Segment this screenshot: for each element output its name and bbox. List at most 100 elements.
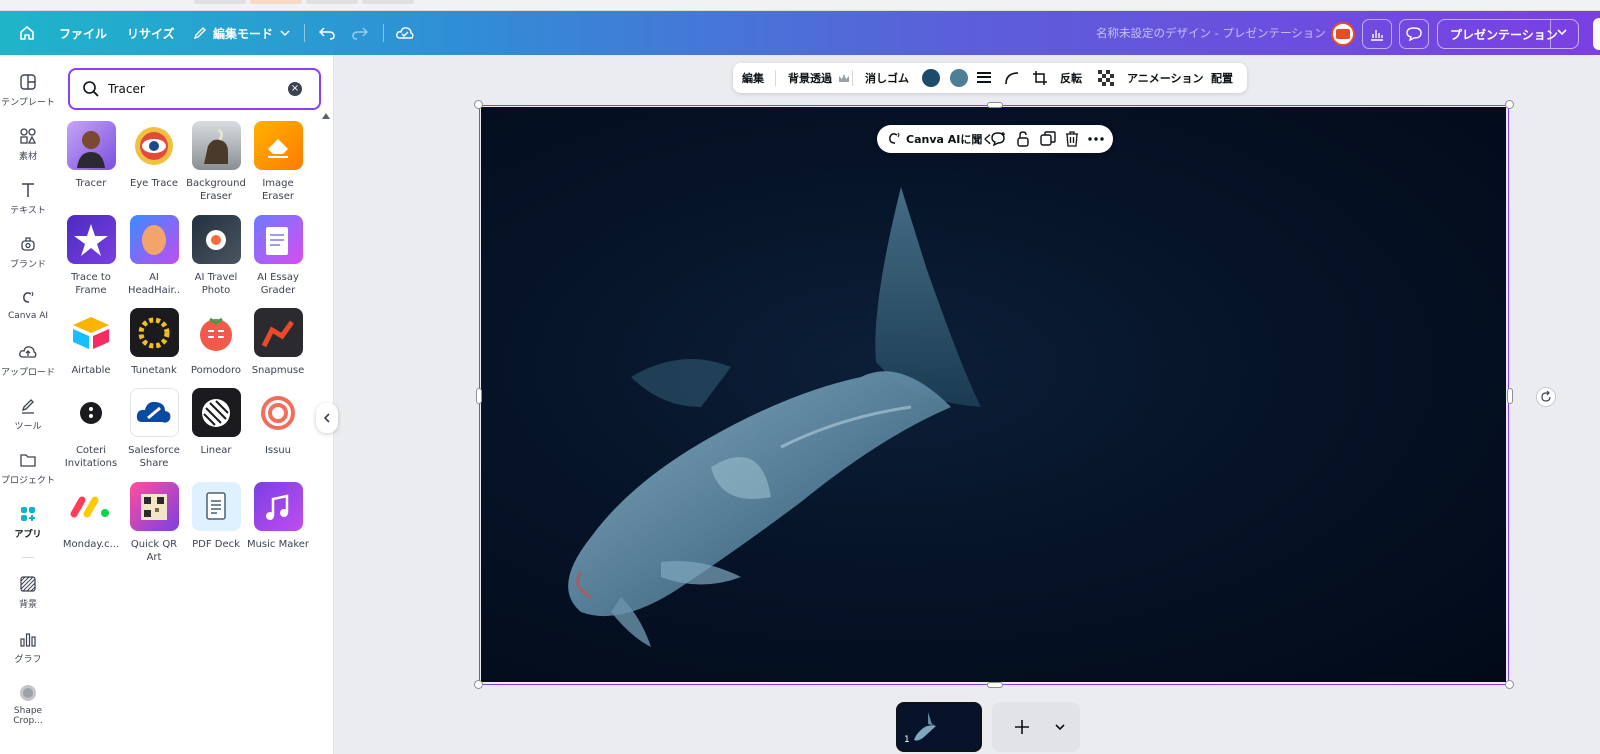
rail-item-tools[interactable]: ツール [0, 397, 56, 432]
background-eraser-icon [191, 121, 241, 170]
app-tile[interactable]: AI Essay Grader [246, 215, 310, 297]
search-input[interactable] [108, 79, 278, 99]
app-tile[interactable]: Background Eraser [184, 121, 248, 203]
add-page-button[interactable] [992, 702, 1080, 752]
rail-item-projects[interactable]: プロジェクト [0, 451, 56, 486]
app-tile[interactable]: PDF Deck [184, 482, 248, 551]
app-tile[interactable]: Image Eraser [246, 121, 310, 203]
duplicate-button[interactable] [1040, 125, 1056, 153]
border-style-button[interactable] [976, 63, 992, 93]
elements-icon [20, 128, 37, 144]
clear-search-button[interactable]: × [288, 82, 302, 96]
scroll-up-arrow[interactable] [322, 113, 330, 119]
resize-handle[interactable] [474, 680, 483, 689]
rail-item-shape-crop[interactable]: Shape Crop... [0, 684, 56, 726]
divider [22, 557, 34, 558]
more-icon [1088, 137, 1104, 141]
app-tile[interactable]: Pomodoro [184, 308, 248, 377]
rail-item-uploads[interactable]: アップロード [0, 343, 56, 378]
color-swatch-2[interactable] [950, 69, 968, 87]
lock-button[interactable] [1016, 125, 1030, 153]
app-tile[interactable]: AI HeadHair.. [122, 215, 186, 297]
home-icon [20, 26, 34, 40]
eraser-button[interactable]: 消しゴム [865, 63, 909, 93]
app-name: Pomodoro [190, 365, 242, 376]
document-title[interactable]: 名称未設定のデザイン - プレゼンテーション [1096, 25, 1326, 41]
present-button[interactable]: プレゼンテーション [1437, 19, 1579, 49]
browser-tab[interactable] [362, 0, 414, 4]
app-tile[interactable]: Trace to Frame [59, 215, 123, 297]
undo-button[interactable] [319, 21, 335, 45]
browser-tab[interactable] [306, 0, 358, 4]
app-tile[interactable]: Tracer [59, 121, 123, 190]
page-number: 1 [904, 735, 910, 745]
browser-tab[interactable] [194, 0, 246, 4]
resize-handle[interactable] [987, 682, 1003, 688]
app-tile[interactable]: Linear [184, 388, 248, 457]
search-icon [83, 81, 99, 97]
app-tile[interactable]: Tunetank [122, 308, 186, 377]
app-tile[interactable]: Airtable [59, 308, 123, 377]
rail-item-elements[interactable]: 素材 [0, 127, 56, 162]
color-swatch-1[interactable] [922, 69, 940, 87]
app-tile[interactable]: Snapmuse [246, 308, 310, 377]
crop-icon [1033, 71, 1047, 85]
cloud-save-button[interactable] [396, 21, 414, 45]
collapse-panel-button[interactable] [316, 403, 338, 433]
image-eraser-icon [253, 121, 303, 170]
comment-button[interactable] [1399, 19, 1429, 49]
animate-button[interactable]: アニメーション [1127, 63, 1204, 93]
browser-tab[interactable] [250, 0, 302, 4]
resize-button[interactable]: リサイズ [127, 21, 175, 45]
position-button[interactable]: 配置 [1211, 63, 1233, 93]
resize-handle[interactable] [474, 100, 483, 109]
rail-item-templates[interactable]: テンプレート [0, 73, 56, 108]
file-menu-button[interactable]: ファイル [59, 21, 107, 45]
insights-button[interactable] [1362, 19, 1392, 49]
page-thumbnail[interactable]: 1 [896, 702, 982, 752]
rail-item-charts[interactable]: グラフ [0, 630, 56, 665]
rail-label: テキスト [10, 206, 46, 216]
bg-remover-button[interactable]: 背景透過 [788, 63, 850, 93]
resize-handle[interactable] [476, 388, 482, 404]
app-tile[interactable]: Salesforce Share [122, 388, 186, 470]
resize-handle[interactable] [1505, 680, 1514, 689]
edit-image-button[interactable]: 編集 [742, 63, 764, 93]
crown-icon [839, 74, 849, 82]
tunetank-icon [129, 308, 179, 357]
add-comment-button[interactable] [991, 125, 1007, 153]
app-tile[interactable]: Music Maker [246, 482, 310, 551]
more-options-button[interactable] [1088, 125, 1104, 153]
rail-item-canva-ai[interactable]: Canva AI [0, 289, 56, 321]
app-tile[interactable]: Quick QR Art [122, 482, 186, 564]
app-tile[interactable]: Monday.c... [59, 482, 123, 551]
app-tile[interactable]: Issuu [246, 388, 310, 457]
resize-handle[interactable] [1507, 388, 1513, 404]
home-button[interactable] [15, 21, 39, 45]
share-button[interactable] [1593, 18, 1600, 50]
delete-button[interactable] [1065, 125, 1079, 153]
transparency-icon [1098, 70, 1114, 86]
rail-item-apps[interactable]: アプリ [0, 505, 56, 540]
redo-button[interactable] [352, 21, 368, 45]
transparency-button[interactable] [1098, 63, 1114, 93]
resize-handle[interactable] [987, 102, 1003, 108]
rotate-icon [1541, 391, 1551, 402]
app-tile[interactable]: AI Travel Photo [184, 215, 248, 297]
search-box: × [68, 68, 321, 110]
app-tile[interactable]: Coteri Invitations [59, 388, 123, 470]
app-tile[interactable]: Eye Trace [122, 121, 186, 190]
edit-mode-button[interactable]: 編集モード [193, 21, 290, 45]
rail-item-brand[interactable]: ブランド [0, 235, 56, 270]
corner-rounding-button[interactable] [1004, 63, 1020, 93]
quick-qr-art-icon [129, 482, 179, 531]
ask-canva-ai-button[interactable]: Canva AIに聞く [887, 125, 993, 153]
rail-item-text[interactable]: テキスト [0, 181, 56, 216]
rail-item-background[interactable]: 背景 [0, 575, 56, 610]
avatar[interactable] [1331, 22, 1355, 46]
flip-button[interactable]: 反転 [1060, 63, 1082, 93]
resize-handle[interactable] [1505, 100, 1514, 109]
rotate-handle[interactable] [1536, 387, 1556, 407]
canva-ai-icon [23, 291, 34, 303]
crop-button[interactable] [1032, 63, 1048, 93]
